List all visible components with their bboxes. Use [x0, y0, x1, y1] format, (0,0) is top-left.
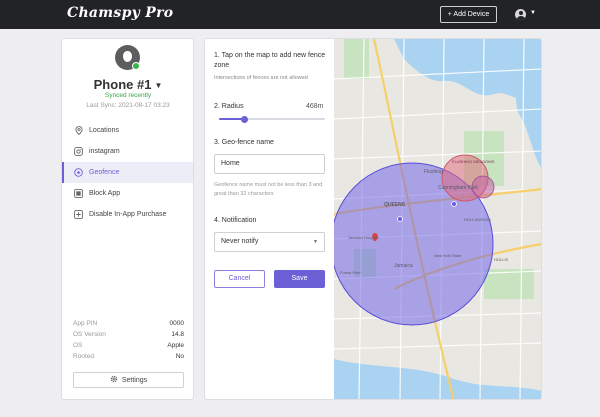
info-key: OS Version: [73, 331, 106, 338]
map-label: Forest Park: [340, 270, 361, 275]
gear-icon: [110, 375, 118, 385]
info-row: Rooted No: [73, 353, 184, 364]
sync-status: Synced recently: [104, 92, 152, 99]
app-logo: Chamspy Pro: [67, 5, 174, 21]
device-info: App PIN 0000 OS Version 14.8 OS Apple Roote…: [73, 320, 184, 364]
device-name: Phone #1: [93, 77, 152, 92]
instagram-icon: [74, 147, 83, 156]
info-value: 14.8: [171, 331, 184, 338]
sidebar-item-disable-in-app-purchase[interactable]: Disable In-App Purchase: [62, 204, 193, 225]
cancel-button[interactable]: Cancel: [214, 270, 265, 288]
info-value: No: [175, 353, 184, 360]
map-label: Cunningham Park: [438, 185, 479, 191]
map-label: Flushing: [424, 169, 443, 175]
info-value: Apple: [167, 342, 184, 349]
map-label: Jamaica Hospital: [348, 235, 379, 240]
sidebar-item-label: Disable In-App Purchase: [89, 211, 167, 218]
radius-slider[interactable]: [219, 115, 325, 123]
map-label: QUEENS: [384, 202, 406, 208]
chevron-down-icon[interactable]: ▼: [154, 81, 162, 90]
top-bar: Chamspy Pro + Add Device ▼: [0, 0, 600, 29]
map-label: Jamaica: [394, 263, 413, 269]
step-1-instruction: 1. Tap on the map to add new fence zone: [214, 52, 326, 69]
map-view[interactable]: QUEENS Flushing Jamaica Cunningham Park …: [334, 38, 542, 400]
info-row: OS Version 14.8: [73, 331, 184, 342]
geofence-icon: [74, 168, 83, 177]
map-marker-icon: [451, 201, 457, 207]
map-label: HOLLISWOOD: [464, 217, 491, 222]
sidebar-item-label: Geofence: [89, 169, 120, 176]
device-selector[interactable]: Phone #1 ▼: [62, 77, 194, 92]
save-button[interactable]: Save: [274, 270, 325, 288]
radius-slider-handle[interactable]: [240, 115, 248, 123]
sidebar-nav: Locations instagram Geofence Block App D…: [62, 120, 193, 225]
device-sidebar: Phone #1 ▼ Synced recently Last Sync: 202…: [61, 38, 194, 400]
sidebar-item-geofence[interactable]: Geofence: [62, 162, 193, 183]
notification-select-value: Never notify: [221, 238, 259, 245]
sidebar-item-label: Locations: [89, 127, 119, 134]
chevron-down-icon: ▼: [313, 239, 318, 245]
geofence-name-input[interactable]: Home: [214, 154, 325, 174]
radius-value: 468m: [306, 103, 324, 110]
sidebar-item-label: Block App: [89, 190, 121, 197]
map-park: [344, 39, 369, 79]
notification-select[interactable]: Never notify ▼: [214, 232, 325, 252]
sidebar-item-locations[interactable]: Locations: [62, 120, 193, 141]
user-avatar-icon[interactable]: [515, 9, 526, 20]
radius-label: 2. Radius: [214, 103, 244, 110]
map-label: FLUSHING MEADOWS: [452, 159, 495, 164]
online-status-dot: [132, 62, 140, 70]
geofence-name-hint: Geofence name must not be less than 3 an…: [214, 182, 323, 197]
chevron-down-icon[interactable]: ▼: [530, 10, 536, 16]
step-4-label: 4. Notification: [214, 217, 257, 224]
sidebar-item-label: instagram: [89, 148, 120, 155]
map-label: HOLLIS: [494, 257, 509, 262]
info-key: Rooted: [73, 353, 94, 360]
add-device-button[interactable]: + Add Device: [440, 6, 497, 23]
map-label: New York State: [434, 253, 462, 258]
settings-label: Settings: [121, 376, 148, 384]
info-key: OS: [73, 342, 83, 349]
block-app-icon: [74, 189, 83, 198]
apple-device-icon: [115, 45, 140, 70]
info-row: App PIN 0000: [73, 320, 184, 331]
step-1-note: Intersections of fences are not allowed: [214, 75, 308, 81]
sidebar-item-instagram[interactable]: instagram: [62, 141, 193, 162]
info-key: App PIN: [73, 320, 98, 327]
sidebar-item-block-app[interactable]: Block App: [62, 183, 193, 204]
last-sync-time: Last Sync: 2021-08-17 03:23: [86, 102, 170, 109]
map-marker-icon: [397, 216, 403, 222]
info-value: 0000: [169, 320, 184, 327]
info-row: OS Apple: [73, 342, 184, 353]
settings-button[interactable]: Settings: [73, 372, 184, 388]
geofence-form-panel: 1. Tap on the map to add new fence zone …: [204, 38, 334, 400]
step-3-label: 3. Geo-fence name: [214, 139, 274, 146]
location-pin-icon: [74, 126, 83, 135]
disable-purchase-icon: [74, 210, 83, 219]
